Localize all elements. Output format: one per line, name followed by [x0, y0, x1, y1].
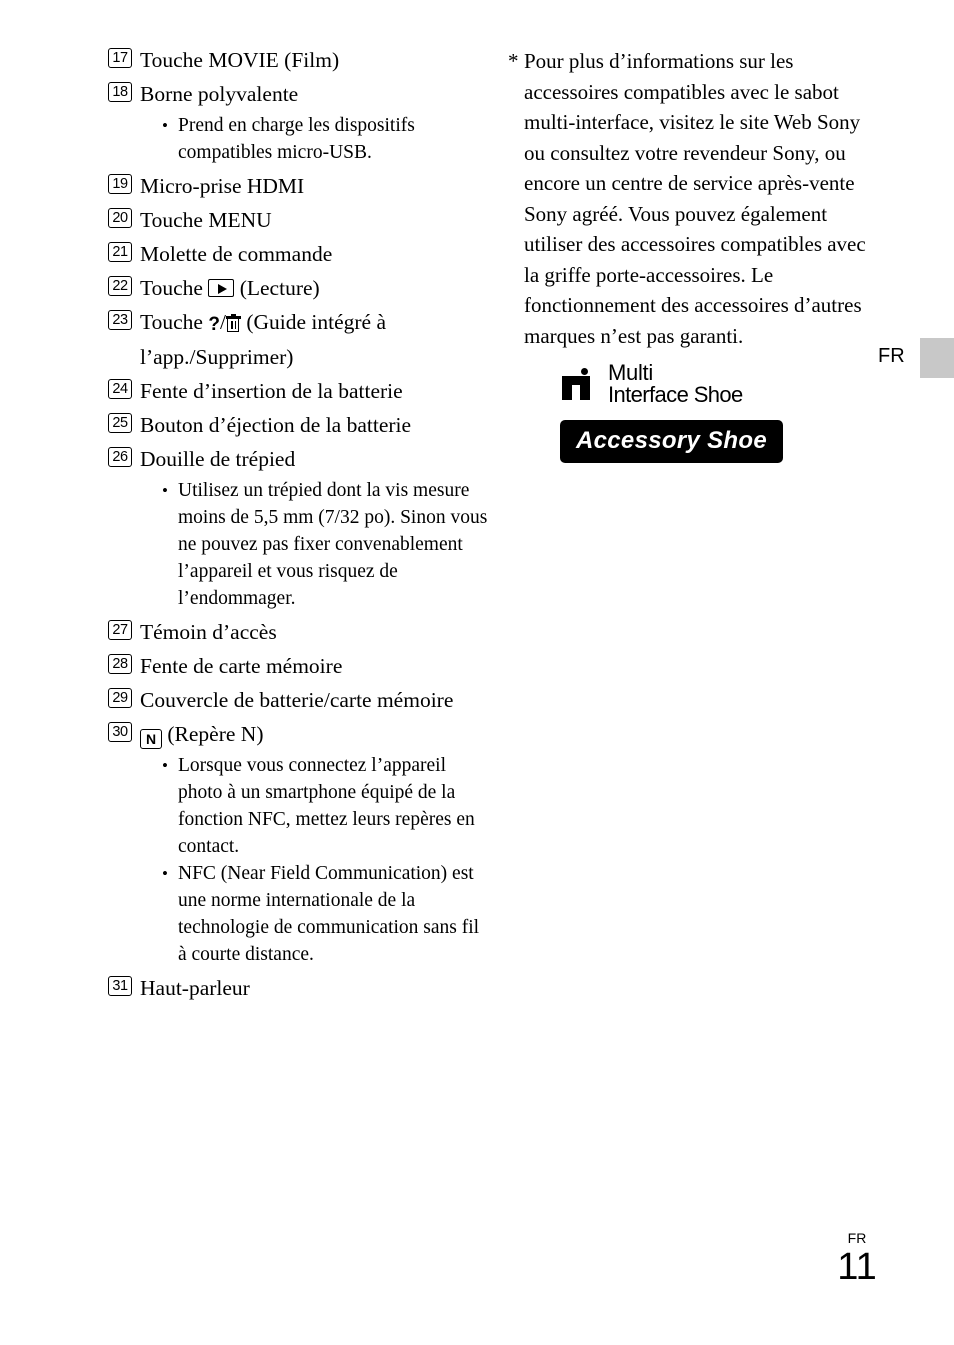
item-label-prefix: Touche [140, 310, 203, 334]
item-label: Molette de commande [140, 242, 333, 266]
list-item: 31 Haut-parleur [108, 972, 488, 1004]
footnote-text: Pour plus d’informations sur les accesso… [524, 49, 866, 348]
item-label: Douille de trépied [140, 447, 296, 471]
list-item: 26 Douille de trépied [108, 443, 488, 475]
list-item: 20 Touche MENU [108, 204, 488, 236]
item-number: 19 [108, 174, 132, 194]
item-label: Témoin d’accès [140, 620, 277, 644]
item-number: 24 [108, 379, 132, 399]
item-label: Bouton d’éjection de la batterie [140, 413, 412, 437]
question-mark-icon: ? [208, 314, 220, 335]
item-label: Micro-prise HDMI [140, 174, 305, 198]
item-number: 30 [108, 722, 132, 742]
trash-icon [225, 313, 241, 332]
play-icon [208, 279, 235, 297]
bullet-item: NFC (Near Field Communication) est une n… [160, 860, 488, 968]
list-item: 30 N (Repère N) [108, 718, 488, 750]
list-item: 24 Fente d’insertion de la batterie [108, 375, 488, 407]
logo-group: Multi Interface Shoe Accessory Shoe [560, 362, 783, 463]
footer-language: FR [847, 1230, 867, 1246]
item-label-suffix: (Lecture) [239, 276, 320, 300]
item-number: 21 [108, 242, 132, 262]
item-label: Couvercle de batterie/carte mémoire [140, 688, 454, 712]
item-number: 31 [108, 976, 132, 996]
item-number: 27 [108, 620, 132, 640]
item-number: 17 [108, 48, 132, 68]
bullet-list: Prend en charge les dispositifs compatib… [108, 112, 488, 166]
multi-interface-shoe-line1: Multi [608, 360, 653, 385]
item-number: 20 [108, 208, 132, 228]
bullet-item: Prend en charge les dispositifs compatib… [160, 112, 488, 166]
list-item: 29 Couvercle de batterie/carte mémoire [108, 684, 488, 716]
list-item: 25 Bouton d’éjection de la batterie [108, 409, 488, 441]
item-label: Touche (Lecture) [140, 272, 320, 304]
multi-interface-shoe-mark-icon [560, 368, 600, 400]
item-label-prefix: Touche [140, 276, 203, 300]
footnote-marker: * [508, 49, 519, 73]
list-item: 28 Fente de carte mémoire [108, 650, 488, 682]
bullet-item: Lorsque vous connectez l’appareil photo … [160, 752, 488, 860]
item-number: 29 [108, 688, 132, 708]
document-page: 17 Touche MOVIE (Film) 18 Borne polyvale… [0, 0, 954, 1345]
right-column: * Pour plus d’informations sur les acces… [508, 46, 868, 351]
item-label: Fente d’insertion de la batterie [140, 379, 403, 403]
language-tab-label: FR [878, 345, 905, 367]
item-label: Touche MENU [140, 208, 272, 232]
list-item: 23 Touche ?/ (Guide intégré à l’app./Sup… [108, 306, 488, 373]
n-mark-icon: N [140, 729, 162, 749]
item-number: 23 [108, 310, 132, 330]
accessory-shoe-logo: Accessory Shoe [560, 420, 783, 463]
language-tab-block [920, 338, 954, 378]
item-number: 18 [108, 82, 132, 102]
list-item: 22 Touche (Lecture) [108, 272, 488, 304]
page-footer: FR 11 [822, 1231, 892, 1287]
list-item: 27 Témoin d’accès [108, 616, 488, 648]
item-number: 22 [108, 276, 132, 296]
item-label: Fente de carte mémoire [140, 654, 343, 678]
item-label: Touche MOVIE (Film) [140, 48, 340, 72]
item-number: 26 [108, 447, 132, 467]
multi-interface-shoe-logo: Multi Interface Shoe [560, 362, 783, 406]
item-label: Borne polyvalente [140, 82, 299, 106]
item-label: Touche ?/ (Guide intégré à l’app./Suppri… [140, 306, 488, 373]
list-item: 17 Touche MOVIE (Film) [108, 44, 488, 76]
list-item: 19 Micro-prise HDMI [108, 170, 488, 202]
item-label-suffix: (Repère N) [167, 722, 264, 746]
left-column: 17 Touche MOVIE (Film) 18 Borne polyvale… [108, 44, 488, 1006]
item-label: N (Repère N) [140, 718, 263, 750]
bullet-list: Utilisez un trépied dont la vis mesure m… [108, 477, 488, 612]
page-number: 11 [837, 1246, 877, 1288]
footnote: * Pour plus d’informations sur les acces… [508, 46, 868, 351]
item-label: Haut-parleur [140, 976, 250, 1000]
list-item: 21 Molette de commande [108, 238, 488, 270]
bullet-item: Utilisez un trépied dont la vis mesure m… [160, 477, 488, 612]
multi-interface-shoe-line2: Interface Shoe [608, 382, 743, 407]
item-number: 25 [108, 413, 132, 433]
bullet-list: Lorsque vous connectez l’appareil photo … [108, 752, 488, 968]
multi-interface-shoe-text: Multi Interface Shoe [608, 362, 743, 406]
list-item: 18 Borne polyvalente [108, 78, 488, 110]
item-number: 28 [108, 654, 132, 674]
